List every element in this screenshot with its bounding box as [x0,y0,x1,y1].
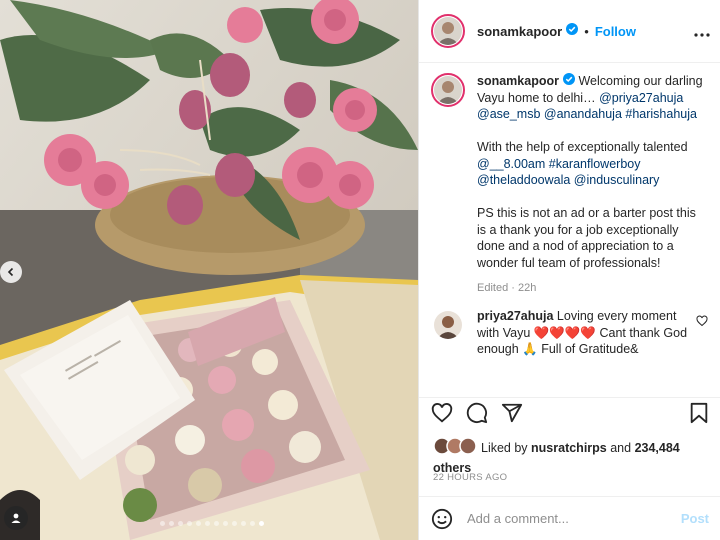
carousel-dot [205,521,210,526]
caption-avatar[interactable] [431,73,465,107]
comment-item: priya27ahuja Loving every moment with Va… [419,296,720,356]
photo-illustration [0,0,418,540]
carousel-prev-icon[interactable] [0,261,22,283]
comment-icon[interactable] [466,402,488,424]
edited-timestamp: Edited · 22h [477,281,537,294]
caption-line-2: With the help of exceptionally talented [477,140,688,155]
post-photo[interactable] [0,0,418,540]
carousel-indicator [160,521,264,527]
carousel-dot [241,521,246,526]
carousel-dot [223,521,228,526]
carousel-dot [259,521,264,526]
caption-line-3: PS this is not an ad or a barter post th… [477,206,696,270]
post-comment-button[interactable]: Post [681,511,709,526]
carousel-dot [232,521,237,526]
caption-mentions-2[interactable]: @__8.00am #karanflowerboy @theladdoowala… [477,157,659,188]
post-header: sonamkapoor • Follow [419,0,720,63]
carousel-dot [160,521,165,526]
liker-avatars [433,437,477,460]
caption: sonamkapoor Welcoming our darling Vayu h… [419,63,720,296]
comment-input[interactable] [465,510,669,527]
action-bar [419,397,720,427]
likes-and: and [606,440,635,455]
post-detail-panel: sonamkapoor • Follow sonamkapoor Welcomi… [418,0,720,540]
tag-user-icon[interactable] [4,506,28,530]
carousel-dot [250,521,255,526]
likes-prefix: Liked by [481,440,532,455]
likes-count[interactable]: 234,484 [635,441,680,455]
comment-username[interactable]: priya27ahuja [477,309,553,323]
like-heart-icon[interactable] [431,402,453,424]
username[interactable]: sonamkapoor [477,24,562,39]
carousel-dot [187,521,192,526]
post-timestamp[interactable]: 22 HOURS AGO [433,472,507,483]
likes-user[interactable]: nusratchirps [531,441,607,455]
carousel-dot [178,521,183,526]
carousel-dot [196,521,201,526]
carousel-dot [169,521,174,526]
carousel-dot [214,521,219,526]
comment-avatar[interactable] [431,308,465,343]
caption-username[interactable]: sonamkapoor [477,74,559,88]
verified-badge-icon [562,73,575,90]
add-comment-bar: Post [419,496,720,540]
verified-badge-icon [566,22,579,40]
separator-dot: • [584,23,589,39]
save-bookmark-icon[interactable] [689,402,709,424]
more-options-icon[interactable] [694,21,710,42]
caption-text: sonamkapoor Welcoming our darling Vayu h… [477,73,705,296]
likes-summary: Liked by nusratchirps and 234,484 others [433,437,713,477]
comment-text: priya27ahuja Loving every moment with Va… [477,308,696,356]
avatar[interactable] [431,14,465,48]
follow-button[interactable]: Follow [595,24,636,39]
share-icon[interactable] [501,402,523,424]
comment-like-icon[interactable] [696,314,708,356]
emoji-icon[interactable] [431,508,453,530]
